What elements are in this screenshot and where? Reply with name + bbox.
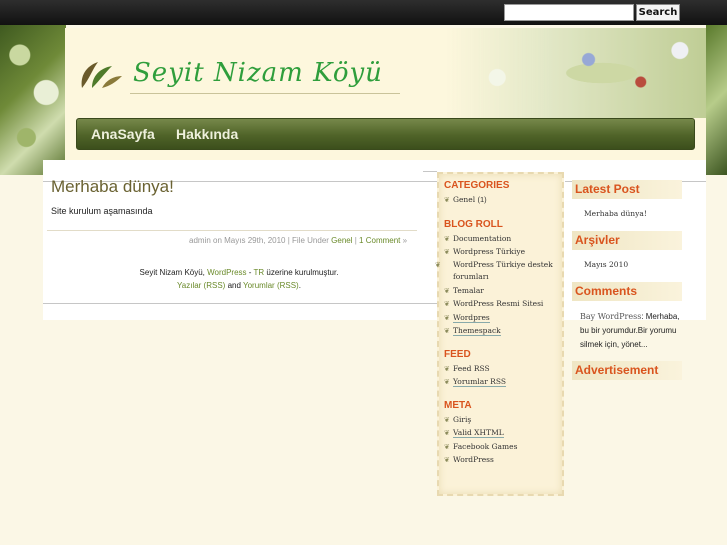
divider [423,171,437,172]
meta-item[interactable]: ❦ Facebook Games [444,441,558,453]
feed-link[interactable]: Yorumlar RSS [453,377,506,387]
leaf-bullet-icon: ❦ [444,314,450,322]
blogroll-item[interactable]: ❦ Temalar [444,285,558,297]
blogroll-item[interactable]: ❦ Wordpress Türkiye [444,246,558,258]
archives-heading: Arşivler [572,231,682,250]
blogroll-heading: BLOG ROLL [444,219,503,230]
footer-credit: Seyit Nizam Köyü, WordPress - TR üzerine… [136,268,342,277]
posts-rss-link[interactable]: Yazılar (RSS) [177,281,225,290]
blogroll-link[interactable]: Temalar [453,286,484,296]
meta-item[interactable]: ❦ Giriş [444,414,558,426]
footer-dash: - [246,268,254,277]
meta-suffix: » [400,236,408,245]
leaf-bullet-icon: ❦ [444,300,450,308]
leaf-bullet-icon: ❦ [444,416,450,424]
leaf-bullet-icon: ❦ [435,261,441,269]
nav-item-home[interactable]: AnaSayfa [91,126,155,142]
category-count: (1) [477,195,487,204]
blogroll-link[interactable]: Themespack [453,326,501,336]
category-link[interactable]: Genel [331,236,352,245]
feed-heading: FEED [444,349,471,360]
leaf-bullet-icon: ❦ [444,235,450,243]
wordpress-link[interactable]: WordPress [207,268,246,277]
header-floral-image [445,28,706,118]
meta-heading: META [444,400,472,411]
blogroll-link[interactable]: WordPress Resmi Sitesi [453,299,543,309]
meta-link[interactable]: WordPress [453,455,494,465]
floral-decoration-left [0,25,66,175]
feed-link[interactable]: Feed RSS [453,364,490,374]
feed-item[interactable]: ❦ Yorumlar RSS [444,376,558,388]
advertisement-heading: Advertisement [572,361,682,380]
footer-rss: Yazılar (RSS) and Yorumlar (RSS). [136,281,342,290]
blogroll-item[interactable]: ❦ Wordpres [444,312,558,324]
latest-post-link[interactable]: Merhaba dünya! [584,209,647,218]
categories-heading: CATEGORIES [444,180,510,191]
leaf-bullet-icon: ❦ [444,196,450,204]
blogroll-link[interactable]: WordPress Türkiye destek forumları [453,260,553,282]
feed-item[interactable]: ❦ Feed RSS [444,363,558,375]
comment-author-link[interactable]: Bay WordPress [580,312,641,321]
leaf-logo-icon [81,62,122,88]
post-meta: admin on Mayıs 29th, 2010 | File Under G… [189,236,407,245]
post-separator [47,230,417,231]
blogroll-item[interactable]: ❦ WordPress Türkiye destek forumları [435,259,558,283]
site-title[interactable]: Seyit Nizam Köyü [133,58,383,88]
meta-link[interactable]: Facebook Games [453,442,517,452]
meta-link[interactable]: Giriş [453,415,471,425]
leaf-bullet-icon: ❦ [444,248,450,256]
blogroll-link[interactable]: Wordpress Türkiye [453,247,525,257]
footer-prefix: Seyit Nizam Köyü, [139,268,208,277]
leaf-bullet-icon: ❦ [444,456,450,464]
floral-decoration-right [706,25,727,175]
search-input[interactable] [504,4,634,21]
footer-and: and [225,281,243,290]
comments-heading: Comments [572,282,682,301]
leaf-bullet-icon: ❦ [444,287,450,295]
divider [43,303,437,304]
meta-item[interactable]: ❦ Valid XHTML [444,427,558,439]
leaf-bullet-icon: ❦ [444,378,450,386]
main-nav: AnaSayfa Hakkında [76,118,695,150]
footer-suffix: üzerine kurulmuştur. [264,268,339,277]
blogroll-link[interactable]: Documentation [453,234,511,244]
latest-post-heading: Latest Post [572,180,682,199]
post-title[interactable]: Merhaba dünya! [51,177,174,197]
meta-item[interactable]: ❦ WordPress [444,454,558,466]
nav-item-about[interactable]: Hakkında [176,126,238,142]
blogroll-item[interactable]: ❦ Documentation [444,233,558,245]
title-divider [130,93,400,94]
archive-link[interactable]: Mayıs 2010 [584,260,628,269]
post-meta-info: admin on Mayıs 29th, 2010 | File Under [189,236,332,245]
recent-comment: Bay WordPress: Merhaba, bu bir yorumdur.… [580,310,685,352]
blogroll-link[interactable]: Wordpres [453,313,490,323]
comments-link[interactable]: 1 Comment [359,236,400,245]
leaf-bullet-icon: ❦ [444,443,450,451]
category-item[interactable]: ❦ Genel (1) [444,194,558,206]
leaf-bullet-icon: ❦ [444,327,450,335]
tr-link[interactable]: TR [254,268,265,277]
leaf-bullet-icon: ❦ [444,365,450,373]
leaf-bullet-icon: ❦ [444,429,450,437]
post-body: Site kurulum aşamasında [51,206,153,216]
footer-period: . [298,281,301,290]
comments-rss-link[interactable]: Yorumlar (RSS) [243,281,299,290]
blogroll-item[interactable]: ❦ Themespack [444,325,558,337]
category-label[interactable]: Genel [453,195,475,205]
blogroll-item[interactable]: ❦ WordPress Resmi Sitesi [444,298,558,310]
search-button[interactable]: Search [636,4,680,21]
meta-link[interactable]: Valid XHTML [453,428,504,438]
